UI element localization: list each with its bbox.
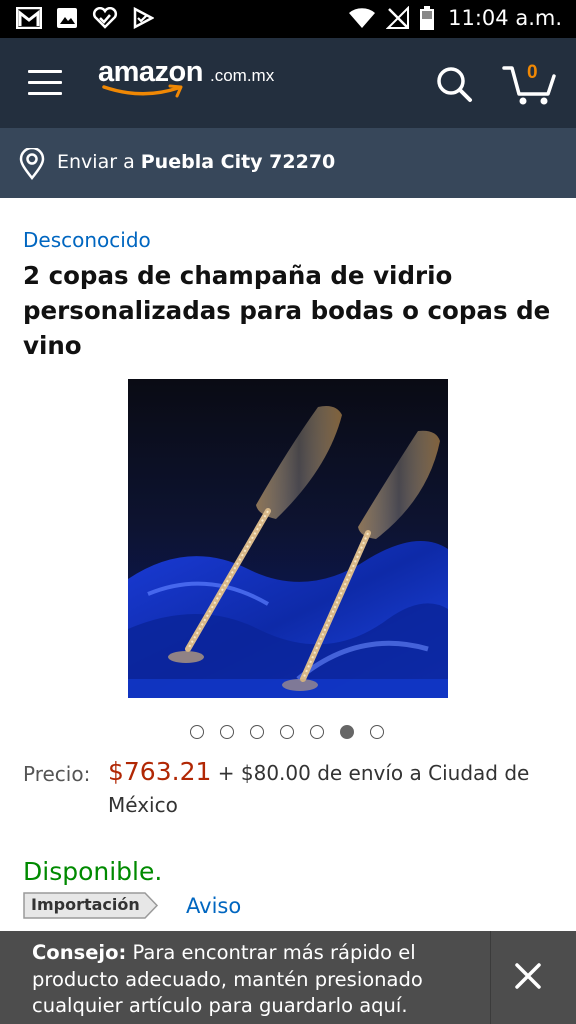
wifi-icon [349, 8, 376, 28]
logo-domain: .com.mx [210, 66, 275, 85]
heart-check-icon [92, 7, 118, 29]
tip-message: Consejo: Para encontrar más rápido el pr… [32, 940, 472, 1020]
clock: 11:04 a.m. [448, 6, 562, 30]
image-pager [190, 725, 384, 739]
product-title: 2 copas de champaña de vidrio personaliz… [23, 261, 551, 360]
availability-status: Disponible. [23, 857, 163, 886]
image-dot[interactable] [190, 725, 204, 739]
system-icons: 11:04 a.m. [348, 6, 562, 30]
amazon-logo[interactable]: amazon .com.mx [98, 56, 298, 106]
no-signal-icon [386, 6, 410, 29]
image-dot-active[interactable] [340, 725, 354, 739]
cart-button[interactable]: 0 [502, 60, 558, 106]
close-icon [515, 963, 541, 989]
image-icon [57, 8, 77, 28]
deliver-to-text: Enviar a Puebla City 72270 [57, 151, 335, 173]
battery-icon [420, 6, 435, 30]
location-pin-icon [19, 148, 45, 180]
notification-icons [16, 7, 154, 29]
image-dot[interactable] [370, 725, 384, 739]
tip-toast: Consejo: Para encontrar más rápido el pr… [0, 931, 576, 1024]
brand-link[interactable]: Desconocido [23, 228, 151, 252]
close-tip-button[interactable] [512, 960, 544, 992]
import-badge: Importación [23, 892, 159, 919]
price-label: Precio: [23, 762, 91, 786]
menu-icon [28, 70, 62, 73]
price-value: $763.21 [108, 757, 212, 786]
logo-smile-icon [102, 84, 183, 98]
gmail-icon [16, 7, 42, 29]
cart-count-badge: 0 [527, 62, 538, 83]
notice-link[interactable]: Aviso [186, 894, 241, 918]
champagne-glasses-image [128, 379, 448, 698]
menu-button[interactable] [28, 70, 62, 96]
import-badge-label: Importación [31, 895, 140, 914]
search-button[interactable] [434, 64, 474, 104]
image-dot[interactable] [220, 725, 234, 739]
deliver-to-bar[interactable]: Enviar a Puebla City 72270 [0, 128, 576, 198]
image-dot[interactable] [280, 725, 294, 739]
play-check-icon [133, 7, 154, 29]
search-icon [437, 67, 472, 102]
price-block: $763.21 + $80.00 de envío a Ciudad de Mé… [108, 756, 568, 821]
app-header: amazon .com.mx 0 [0, 38, 576, 128]
image-dot[interactable] [310, 725, 324, 739]
deliver-location: Puebla City 72270 [140, 151, 336, 173]
status-bar: 11:04 a.m. [0, 0, 576, 38]
tip-label: Consejo: [32, 941, 127, 964]
product-image[interactable] [128, 379, 448, 698]
deliver-prefix: Enviar a [57, 151, 141, 173]
toast-divider [490, 931, 491, 1024]
image-dot[interactable] [250, 725, 264, 739]
